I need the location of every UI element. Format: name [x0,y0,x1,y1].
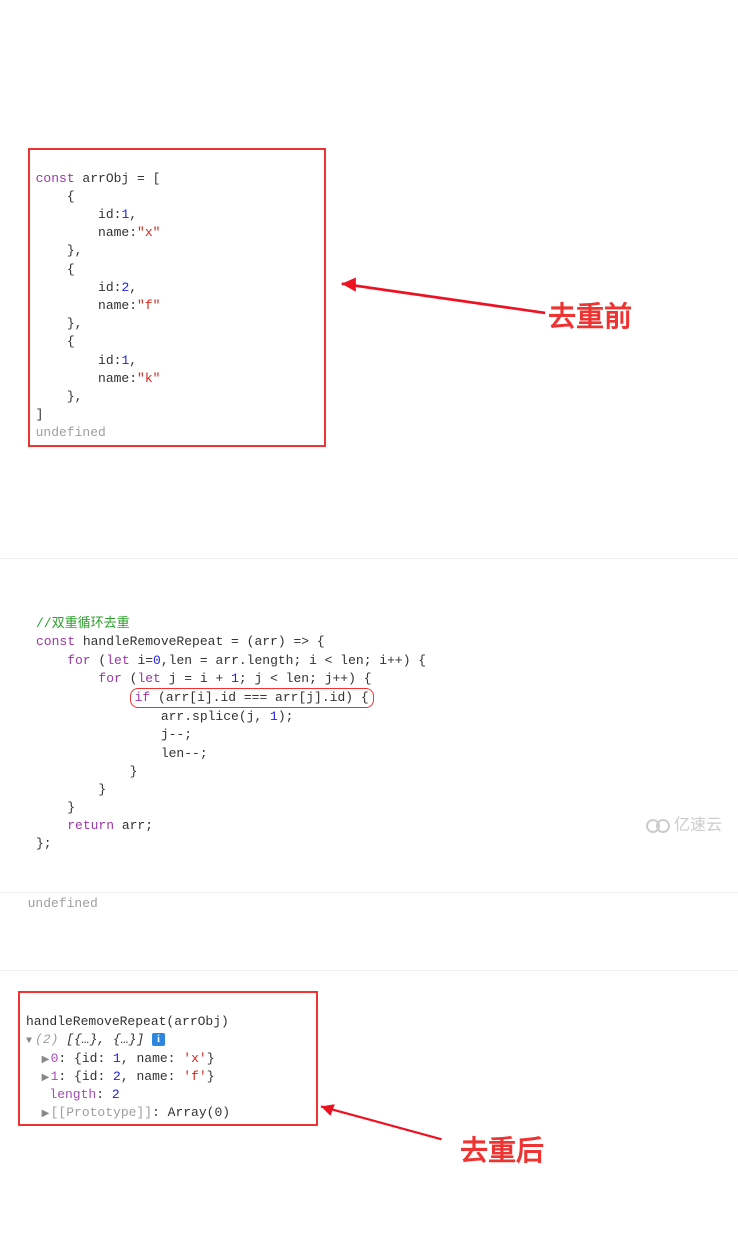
code-text: } [36,764,137,779]
highlighted-condition: if (arr[i].id === arr[j].id) { [130,688,374,708]
code-text: handleRemoveRepeat = (arr) => { [75,634,325,649]
code-text: len--; [36,746,208,761]
code-text: } [36,800,75,815]
after-label: 去重后 [460,1131,544,1170]
code-text: } [36,782,106,797]
string-literal: 'x' [183,1051,206,1066]
prototype-key: [[Prototype]] [51,1105,152,1120]
obj-text: {id: [66,1069,113,1084]
undefined-output: undefined [28,896,98,911]
before-dedup-code-box: const arrObj = [ { id:1, name:"x" }, { i… [28,148,326,447]
code-text: id: [36,280,122,295]
code-text: (arr[i].id === arr[j].id) { [150,690,368,705]
code-text: ); [278,709,294,724]
number-literal: 1 [270,709,278,724]
array-index: 1 [51,1069,59,1084]
length-value: 2 [112,1087,120,1102]
array-summary-count: (2) [35,1032,58,1047]
prototype-value: Array(0) [160,1105,230,1120]
array-index: 0 [51,1051,59,1066]
expand-arrow-icon[interactable]: ▼ [26,1035,35,1049]
string-literal: "x" [137,225,160,240]
console-output-undefined: undefined [0,892,738,915]
keyword-let: let [106,653,129,668]
code-text: { [36,262,75,277]
code-text: id: [36,207,122,222]
keyword-const: const [36,171,75,186]
code-text: { [36,189,75,204]
expand-arrow-icon[interactable]: ▶ [42,1054,51,1068]
obj-text: , name: [121,1069,183,1084]
string-literal: "f" [137,298,160,313]
code-text: }, [36,243,83,258]
obj-text: {id: [66,1051,113,1066]
watermark: 亿速云 [646,815,722,837]
comment: //双重循环去重 [36,616,130,631]
code-text: ( [91,653,107,668]
code-text: name: [36,371,137,386]
keyword-for: for [67,653,90,668]
code-text: , [129,207,137,222]
code-text: i= [130,653,153,668]
code-text: arrObj = [ [75,171,161,186]
number-literal: 1 [113,1051,121,1066]
obj-text: } [207,1051,215,1066]
obj-text: } [207,1069,215,1084]
watermark-circle-icon [656,819,670,833]
undefined-output: undefined [36,425,106,440]
arrow-annotation-before [324,267,554,327]
code-text: ( [122,671,138,686]
expand-arrow-icon[interactable]: ▶ [42,1108,51,1122]
string-literal: "k" [137,371,160,386]
number-literal: 1 [231,671,239,686]
code-text: arr; [114,818,153,833]
code-text: name: [36,225,137,240]
keyword-if: if [135,690,151,705]
before-label: 去重前 [548,297,632,336]
console-result-block: handleRemoveRepeat(arrObj) ▼(2) [{…}, {…… [0,970,738,1183]
info-icon[interactable]: i [152,1033,165,1046]
string-literal: 'f' [183,1069,206,1084]
code-text: ,len = arr.length; i < len; i++) { [161,653,426,668]
console-input-block-2: //双重循环去重 const handleRemoveRepeat = (arr… [0,558,738,874]
obj-text: , name: [121,1051,183,1066]
code-text: name: [36,298,137,313]
code-text: ; j < len; j++) { [239,671,372,686]
code-text: j--; [36,727,192,742]
function-call: handleRemoveRepeat(arrObj) [26,1014,229,1029]
expand-arrow-icon[interactable]: ▶ [42,1072,51,1086]
code-text: }; [36,836,52,851]
array-summary: [{…}, {…}] [58,1032,144,1047]
code-text: , [129,280,137,295]
keyword-return: return [67,818,114,833]
keyword-let: let [137,671,160,686]
keyword-for: for [98,671,121,686]
length-key: length [49,1087,96,1102]
code-text: { [36,334,75,349]
code-text: j = i + [161,671,231,686]
code-text: }, [36,316,83,331]
code-text: arr.splice(j, [36,709,270,724]
code-text: , [129,353,137,368]
code-text: ] [36,407,44,422]
code-text: }, [36,389,83,404]
after-dedup-result-box: handleRemoveRepeat(arrObj) ▼(2) [{…}, {…… [18,991,318,1126]
number-literal: 2 [113,1069,121,1084]
watermark-text: 亿速云 [674,815,722,837]
console-input-block-1: const arrObj = [ { id:1, name:"x" }, { i… [0,127,738,503]
number-literal: 0 [153,653,161,668]
keyword-const: const [36,634,75,649]
code-text: id: [36,353,122,368]
